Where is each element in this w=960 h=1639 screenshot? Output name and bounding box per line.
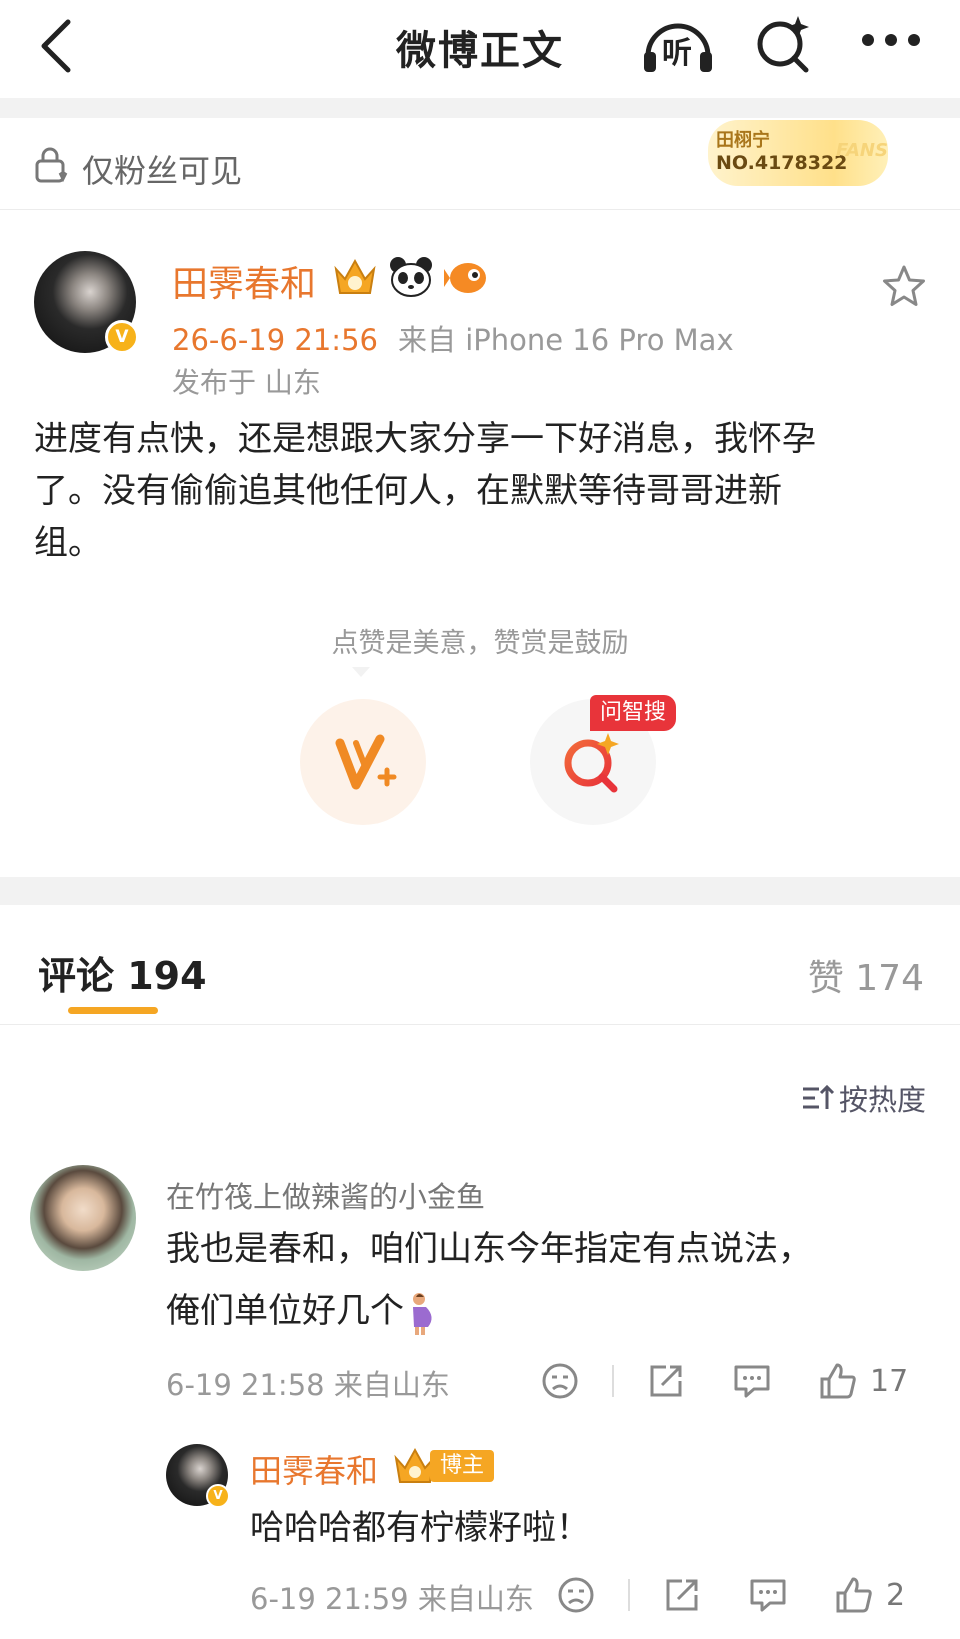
more-options-icon[interactable] <box>856 20 926 60</box>
crown-badge-icon[interactable] <box>332 255 378 299</box>
fans-only-label: 仅粉丝可见 <box>82 152 243 190</box>
fan-badge-name: 田栩宁 <box>716 130 770 151</box>
reply-author-name[interactable]: 田霁春和 <box>250 1446 378 1492</box>
reply-meta: 6-19 21:59 来自山东 <box>250 1582 534 1616</box>
listen-button[interactable]: 听 <box>640 14 716 78</box>
post-source: 来自 iPhone 16 Pro Max <box>397 323 734 357</box>
tip-pointer-icon <box>352 667 370 677</box>
fan-badge-tag: FANS <box>836 140 888 161</box>
comment-meta: 6-19 21:58 来自山东 <box>166 1368 450 1402</box>
post-time: 26-6-19 21:56 <box>172 323 378 357</box>
post-content: 进度有点快，还是想跟大家分享一下好消息，我怀孕 了。没有偷偷追其他任何人，在默默… <box>34 413 924 569</box>
reply-like-count: 2 <box>886 1577 906 1613</box>
fan-number-badge[interactable]: 田栩宁 NO.4178322 FANS <box>708 120 888 186</box>
post-text-line: 了。没有偷偷追其他任何人，在默默等待哥哥进新 <box>34 471 782 511</box>
comment-text-part: 俺们单位好几个 <box>166 1291 404 1331</box>
share-icon[interactable] <box>646 1361 686 1401</box>
post-text-line: 组。 <box>34 523 102 563</box>
post-meta: 26-6-19 21:56 来自 iPhone 16 Pro Max <box>172 317 734 359</box>
author-badges <box>332 255 490 301</box>
share-icon[interactable] <box>662 1575 702 1615</box>
post-location: 发布于 山东 <box>172 366 321 399</box>
reply-actions: 2 <box>556 1572 905 1618</box>
comment-text-line: 我也是春和，咱们山东今年指定有点说法， <box>166 1229 812 1269</box>
comment-actions: 17 <box>540 1358 908 1404</box>
section-divider <box>0 98 960 118</box>
comment-bubble-icon[interactable] <box>732 1361 772 1401</box>
top-nav-bar: 微博正文 听 <box>0 0 960 98</box>
comment-text-line-2: 俺们单位好几个 <box>166 1280 926 1342</box>
pregnant-woman-emoji-icon <box>413 1292 432 1335</box>
ask-ai-tag: 问智搜 <box>590 695 677 731</box>
action-divider <box>612 1365 614 1397</box>
reply-author-badges: 博主 <box>392 1446 495 1486</box>
fish-badge-icon[interactable] <box>444 255 490 299</box>
page-title: 微博正文 <box>396 28 564 74</box>
commenter-avatar[interactable] <box>30 1165 136 1271</box>
comment-bubble-icon[interactable] <box>748 1575 788 1615</box>
dislike-face-icon[interactable] <box>540 1361 580 1401</box>
tab-likes[interactable]: 赞 174 <box>808 949 924 1001</box>
ai-search-icon[interactable] <box>752 12 814 74</box>
verified-badge-icon: V <box>206 1484 230 1508</box>
visibility-bar: 仅粉丝可见 田栩宁 NO.4178322 FANS <box>0 118 960 210</box>
reward-tip: 点赞是美意，赞赏是鼓励 <box>331 628 629 659</box>
author-tag: 博主 <box>430 1450 495 1482</box>
comment-like-count: 17 <box>870 1363 909 1399</box>
active-tab-indicator <box>68 1007 158 1014</box>
action-divider <box>628 1579 630 1611</box>
commenter-name[interactable]: 在竹筏上做辣酱的小金鱼 <box>166 1174 485 1216</box>
section-divider <box>0 877 960 905</box>
weibo-post: V 田霁春和 26-6-19 21:56 来自 iPhone 16 Pro Max… <box>0 211 960 877</box>
thumbs-up-icon[interactable] <box>818 1361 858 1401</box>
panda-badge-icon[interactable] <box>388 255 434 299</box>
author-name[interactable]: 田霁春和 <box>172 255 316 307</box>
sort-label: 按热度 <box>838 1083 926 1117</box>
v-plus-icon <box>335 734 397 790</box>
sort-icon <box>802 1084 835 1109</box>
lock-icon <box>35 147 68 183</box>
thumbs-up-icon[interactable] <box>834 1575 874 1615</box>
fan-badge-number: NO.4178322 <box>716 152 848 174</box>
favorite-star-icon[interactable] <box>880 263 928 311</box>
dislike-face-icon[interactable] <box>556 1575 596 1615</box>
comment-tabs: 评论 194 赞 174 <box>0 905 960 1025</box>
reply-text: 哈哈哈都有柠檬籽啦！ <box>250 1508 590 1548</box>
listen-label: 听 <box>662 36 692 71</box>
post-text-line: 进度有点快，还是想跟大家分享一下好消息，我怀孕 <box>34 419 816 459</box>
sort-toggle[interactable]: 按热度 <box>801 1077 926 1119</box>
comment-text: 我也是春和，咱们山东今年指定有点说法， 俺们单位好几个 <box>166 1218 926 1342</box>
verified-badge-icon: V <box>105 320 139 354</box>
tab-comments[interactable]: 评论 194 <box>38 945 207 1000</box>
reward-button[interactable] <box>300 699 426 825</box>
